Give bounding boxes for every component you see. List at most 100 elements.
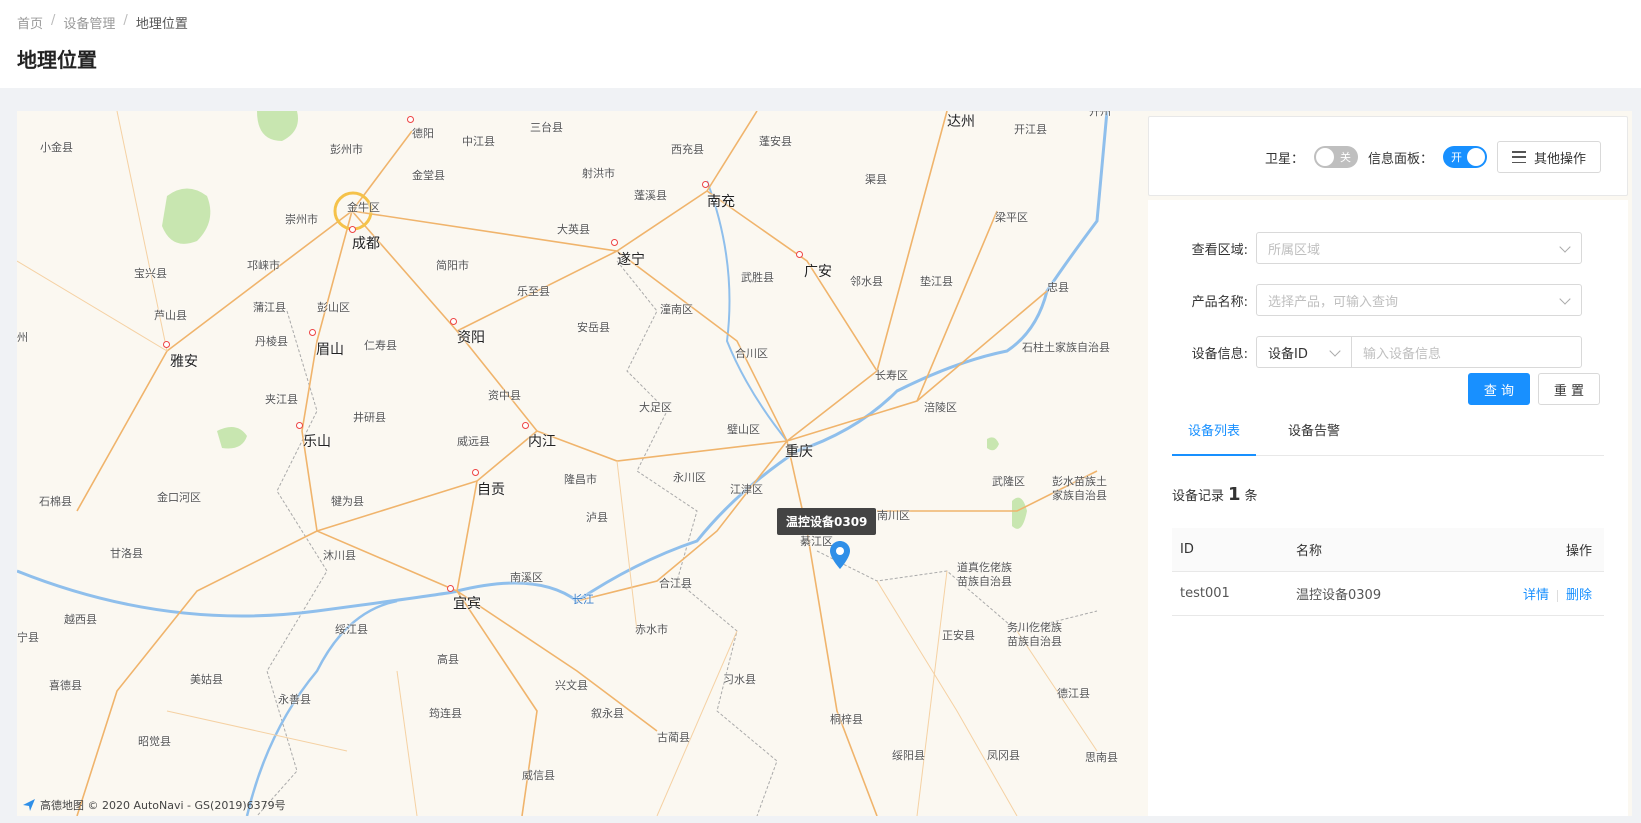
satellite-toggle[interactable]: 关 [1313,146,1358,168]
map-green-area [162,188,211,244]
map-place-label: 美姑县 [190,673,223,686]
cell-name: 温控设备0309 [1296,588,1382,603]
map-place-label: 邻水县 [850,275,883,288]
form-actions: 查 询 重 置 [1468,373,1600,405]
product-row: 产品名称: 选择产品，可输入查询 [1148,284,1628,316]
region-select[interactable]: 所属区域 [1256,232,1582,264]
device-info-placeholder: 输入设备信息 [1363,346,1442,362]
product-label: 产品名称: [1191,294,1248,310]
map-place-label: 仁寿县 [364,339,397,352]
map-place-label: 昭觉县 [138,735,171,748]
map-place-label: 金口河区 [157,491,201,504]
chevron-down-icon [1559,241,1571,253]
map-river [245,599,398,816]
satellite-toggle-text: 关 [1339,151,1351,164]
table-row[interactable]: test001 温控设备0309 详情 删除 [1172,572,1604,616]
city-dot [296,422,303,429]
map-place-label: 崇州市 [285,213,318,226]
map-place-label: 彭山区 [317,301,350,314]
map-place-label: 蓬溪县 [634,189,667,202]
map-place-label: 桐梓县 [830,713,863,726]
map-place-label: 苗族自治县 [957,575,1012,588]
device-label: 设备信息: [1191,346,1248,362]
map-place-label: 宁县 [17,631,39,644]
city-dot [349,226,356,233]
map-place-label: 高县 [437,653,459,666]
map-place-label: 丹棱县 [255,335,288,348]
city-dot [611,239,618,246]
map-place-label: 宝兴县 [134,267,167,280]
city-dot [796,251,803,258]
map-place-label: 达州 [947,114,975,130]
map-place-label: 夹江县 [265,393,298,406]
map-place-label: 开江县 [1014,123,1047,136]
map-place-label: 南溪区 [510,571,543,584]
map-place-label: 三台县 [530,121,563,134]
amap-logo-icon [23,799,35,811]
map-place-label: 涪陵区 [924,401,957,414]
chevron-down-icon [1329,345,1341,357]
breadcrumb-home[interactable]: 首页 [17,13,43,32]
map-place-label: 綦江区 [800,535,833,548]
map-place-label: 喜德县 [49,679,82,692]
reset-button[interactable]: 重 置 [1538,373,1600,405]
map-place-label: 宜宾 [453,596,481,612]
breadcrumb-separator: / [123,13,128,28]
city-dot [472,469,479,476]
city-dot [702,181,709,188]
map-place-label: 西充县 [671,143,704,156]
map-place-label: 资阳 [457,330,485,346]
cell-actions: 详情 删除 [1504,584,1604,603]
map-place-label: 赤水市 [635,623,668,636]
device-row: 设备信息: 设备ID 输入设备信息 [1148,336,1628,368]
map-place-label: 叙永县 [591,707,624,720]
column-header-id: ID [1180,542,1194,557]
detail-link[interactable]: 详情 [1523,588,1549,603]
delete-link[interactable]: 删除 [1566,588,1592,603]
map-roads [76,111,1098,816]
copyright-text: 高德地图 © 2020 AutoNavi - GS(2019)6379号 [40,799,286,812]
info-panel-toggle-text: 开 [1450,151,1462,164]
map-place-label: 金堂县 [412,169,445,182]
info-panel-toggle[interactable]: 开 [1442,146,1487,168]
map-place-label: 家族自治县 [1052,489,1107,502]
map-place-label: 潼南区 [660,303,693,316]
map-place-label: 彭州市 [330,143,363,156]
table-header: ID 名称 操作 [1172,528,1604,572]
page-title: 地理位置 [17,48,97,72]
tab-device-list[interactable]: 设备列表 [1172,420,1257,456]
map-place-label: 南川区 [877,509,910,522]
page-header: 首页 / 设备管理 / 地理位置 地理位置 [0,0,1641,88]
device-info-input[interactable]: 输入设备信息 [1351,336,1582,368]
map-place-label: 成都 [352,236,380,252]
map-place-label: 筠连县 [429,707,462,720]
product-placeholder: 选择产品，可输入查询 [1268,294,1399,310]
map-place-label: 思南县 [1085,751,1118,764]
toggle-knob [1315,148,1334,166]
panel-tabs: 设备列表 设备告警 [1172,420,1604,456]
query-button[interactable]: 查 询 [1468,373,1530,405]
city-dot [163,341,170,348]
map-place-label: 武隆区 [992,475,1025,488]
product-select[interactable]: 选择产品，可输入查询 [1256,284,1582,316]
more-actions-button[interactable]: 其他操作 [1496,141,1601,173]
location-pin-icon[interactable] [830,541,850,569]
map-place-label: 习水县 [723,673,756,686]
map-place-label: 德阳 [412,127,434,140]
map-place-label: 中江县 [462,135,495,148]
breadcrumb-device-management[interactable]: 设备管理 [63,13,115,32]
map-place-label: 石棉县 [39,495,72,508]
device-type-select[interactable]: 设备ID [1256,336,1352,368]
tab-device-alarm[interactable]: 设备告警 [1272,420,1356,456]
map-place-label: 蓬安县 [759,135,792,148]
map-green-area [1012,497,1027,529]
column-header-name: 名称 [1296,544,1323,559]
map-place-label: 合江县 [659,577,692,590]
menu-icon [1511,151,1526,163]
map-place-label: 凤冈县 [987,749,1020,762]
map-place-label: 忠县 [1047,281,1069,294]
map-place-label: 永善县 [278,693,311,706]
map-place-label: 长寿区 [875,369,908,382]
map-place-label: 兴文县 [555,679,588,692]
map-place-label: 邛崃市 [247,259,280,272]
